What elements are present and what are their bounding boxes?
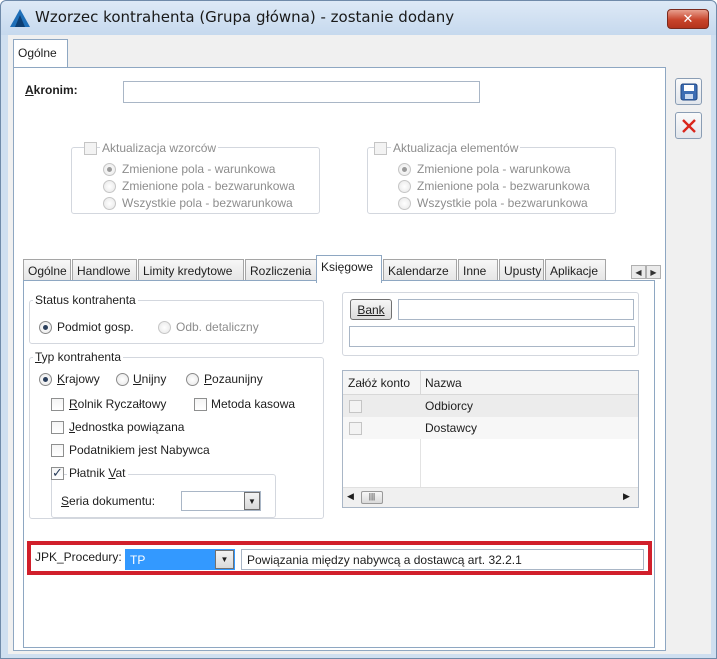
- grid-header: Załóż konto Nazwa: [343, 371, 638, 395]
- close-icon: ✕: [682, 11, 694, 26]
- tab-ogolne-top[interactable]: Ogólne: [13, 39, 68, 68]
- status-label-podmiot: Podmiot gosp.: [57, 320, 134, 334]
- accounts-grid: Załóż konto Nazwa Odbiorcy Dostawcy ◀ ||…: [342, 370, 639, 508]
- status-radio-podmiot[interactable]: [39, 321, 52, 334]
- save-icon: [680, 83, 697, 100]
- tab-scroll-right-icon[interactable]: ▶: [646, 265, 661, 279]
- update-elements-label-2: Zmienione pola - bezwarunkowa: [417, 179, 590, 193]
- update-templates-title: Aktualizacja wzorców: [100, 141, 219, 155]
- jednostka-label: Jednostka powiązana: [69, 420, 185, 434]
- scroll-left-icon[interactable]: ◀: [347, 491, 354, 502]
- tab-ogolne[interactable]: Ogólne: [23, 259, 71, 282]
- tab-handlowe[interactable]: Handlowe: [72, 259, 137, 282]
- chevron-down-icon[interactable]: ▼: [215, 550, 234, 569]
- update-templates-label-1: Zmienione pola - warunkowa: [122, 162, 276, 176]
- update-elements-label-3: Wszystkie pola - bezwarunkowa: [417, 196, 588, 210]
- ksiegowe-panel: Status kontrahenta Podmiot gosp. Odb. de…: [23, 280, 655, 648]
- grid-header-zaloz[interactable]: Załóż konto: [348, 376, 410, 390]
- update-templates-label-2: Zmienione pola - bezwarunkowa: [122, 179, 295, 193]
- update-templates-radio-1[interactable]: [103, 163, 116, 176]
- akronim-input[interactable]: [123, 81, 480, 103]
- bank-name-input[interactable]: [398, 299, 634, 320]
- bank-button[interactable]: Bank: [350, 299, 392, 320]
- typ-label-unijny: Unijny: [133, 372, 167, 386]
- metoda-kasowa-label: Metoda kasowa: [211, 397, 296, 411]
- row-checkbox[interactable]: [349, 422, 362, 435]
- typ-radio-krajowy[interactable]: [39, 373, 52, 386]
- update-templates-label-3: Wszystkie pola - bezwarunkowa: [122, 196, 293, 210]
- seria-combo[interactable]: ▼: [181, 491, 261, 511]
- bank-account-input[interactable]: [349, 326, 635, 347]
- table-row[interactable]: Dostawcy: [343, 417, 638, 439]
- update-elements-radio-2[interactable]: [398, 180, 411, 193]
- nabywca-checkbox[interactable]: [51, 444, 64, 457]
- tab-ksiegowe[interactable]: Księgowe: [316, 255, 382, 283]
- window-title: Wzorzec kontrahenta (Grupa główna) - zos…: [35, 8, 455, 26]
- app-logo-icon: [10, 9, 30, 27]
- bank-button-label: Bank: [357, 302, 385, 317]
- rolnik-checkbox[interactable]: [51, 398, 64, 411]
- title-bar[interactable]: Wzorzec kontrahenta (Grupa główna) - zos…: [1, 1, 716, 35]
- seria-label: Seria dokumentu:: [61, 494, 156, 508]
- jpk-description-field[interactable]: Powiązania między nabywcą a dostawcą art…: [241, 549, 644, 570]
- update-templates-radio-2[interactable]: [103, 180, 116, 193]
- tab-inne[interactable]: Inne: [458, 259, 498, 282]
- nabywca-label: Podatnikiem jest Nabywca: [69, 443, 210, 457]
- update-elements-checkbox[interactable]: [374, 142, 387, 155]
- save-button[interactable]: [675, 78, 702, 105]
- platnik-vat-label: Płatnik Vat: [67, 466, 128, 480]
- status-radio-detaliczny[interactable]: [158, 321, 171, 334]
- chevron-down-icon[interactable]: ▼: [244, 492, 260, 510]
- jpk-selected-value: TP: [130, 553, 146, 567]
- akronim-label: Akronim:: [25, 83, 78, 97]
- typ-radio-pozaunijny[interactable]: [186, 373, 199, 386]
- cross-icon: [681, 118, 696, 133]
- grid-column-divider: [420, 439, 421, 487]
- jpk-description: Powiązania między nabywcą a dostawcą art…: [247, 553, 522, 567]
- grid-header-nazwa[interactable]: Nazwa: [425, 376, 462, 390]
- scroll-right-icon[interactable]: ▶: [623, 491, 630, 502]
- row-name: Odbiorcy: [425, 399, 474, 413]
- platnik-vat-checkbox[interactable]: [51, 465, 64, 481]
- scrollbar-thumb[interactable]: |||: [361, 491, 383, 504]
- update-elements-title: Aktualizacja elementów: [391, 141, 521, 155]
- jednostka-checkbox[interactable]: [51, 421, 64, 434]
- tab-kalendarze[interactable]: Kalendarze: [383, 259, 457, 282]
- main-panel: Akronim: Aktualizacja wzorców Zmienione …: [13, 67, 666, 651]
- rolnik-label: Rolnik Ryczałtowy: [69, 397, 167, 411]
- table-row[interactable]: Odbiorcy: [343, 395, 638, 417]
- tab-scroll-left-icon[interactable]: ◀: [631, 265, 646, 279]
- metoda-kasowa-checkbox[interactable]: [194, 398, 207, 411]
- close-button[interactable]: ✕: [667, 9, 709, 29]
- row-checkbox[interactable]: [349, 400, 362, 413]
- status-label-detaliczny: Odb. detaliczny: [176, 320, 259, 334]
- update-elements-radio-3[interactable]: [398, 197, 411, 210]
- update-elements-label-1: Zmienione pola - warunkowa: [417, 162, 571, 176]
- tab-rozliczenia[interactable]: Rozliczenia: [245, 259, 317, 282]
- update-templates-radio-3[interactable]: [103, 197, 116, 210]
- update-templates-checkbox[interactable]: [84, 142, 97, 155]
- horizontal-scrollbar[interactable]: ◀ ||| ▶: [343, 487, 638, 507]
- grid-header-divider: [420, 371, 421, 395]
- jpk-procedury-combo[interactable]: TP ▼: [125, 549, 235, 570]
- tab-limity-kredytowe[interactable]: Limity kredytowe: [138, 259, 244, 282]
- jpk-label: JPK_Procedury:: [35, 550, 122, 564]
- typ-radio-unijny[interactable]: [116, 373, 129, 386]
- tab-aplikacje[interactable]: Aplikacje: [545, 259, 606, 282]
- status-title: Status kontrahenta: [33, 293, 138, 307]
- typ-label-krajowy: Krajowy: [57, 372, 100, 386]
- dialog-window: Wzorzec kontrahenta (Grupa główna) - zos…: [0, 0, 717, 659]
- tab-upusty[interactable]: Upusty: [499, 259, 544, 282]
- row-name: Dostawcy: [425, 421, 478, 435]
- update-elements-radio-1[interactable]: [398, 163, 411, 176]
- typ-title: Typ kontrahenta: [33, 350, 124, 364]
- typ-label-pozaunijny: Pozaunijny: [204, 372, 263, 386]
- cancel-button[interactable]: [675, 112, 702, 139]
- dialog-client-area: Ogólne Akronim: Aktualizacja wzorców Zmi…: [8, 35, 711, 654]
